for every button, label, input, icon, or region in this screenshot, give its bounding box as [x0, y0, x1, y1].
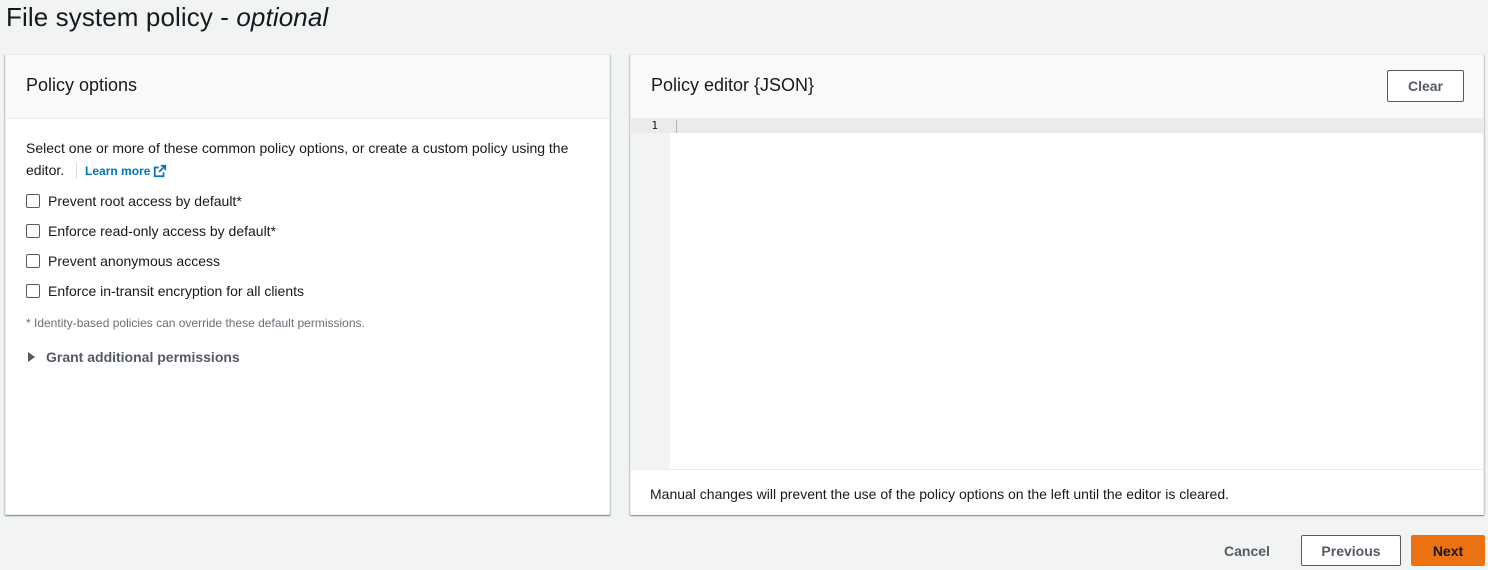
option-label: Enforce read-only access by default* [48, 223, 277, 239]
expander-label: Grant additional permissions [46, 349, 240, 365]
option-label: Enforce in-transit encryption for all cl… [48, 283, 304, 299]
active-line-highlight [631, 119, 1483, 133]
text-cursor [676, 120, 677, 133]
prevent-anonymous-access-checkbox[interactable] [26, 254, 40, 268]
policy-options-header: Policy options [6, 55, 609, 119]
page-title: File system policy - optional [6, 2, 328, 33]
page-title-text: File system policy - [6, 2, 237, 32]
option-prevent-root-access[interactable]: Prevent root access by default* [26, 191, 242, 211]
editor-gutter [631, 119, 670, 469]
json-code-editor[interactable]: 1 [631, 119, 1483, 469]
learn-more-link[interactable]: Learn more [76, 163, 167, 179]
cancel-button[interactable]: Cancel [1215, 535, 1279, 567]
clear-button[interactable]: Clear [1387, 70, 1464, 102]
option-enforce-read-only[interactable]: Enforce read-only access by default* [26, 221, 276, 241]
enforce-read-only-checkbox[interactable] [26, 224, 40, 238]
grant-additional-permissions-expander[interactable]: Grant additional permissions [26, 349, 240, 365]
policy-options-panel: Policy options Select one or more of the… [5, 54, 610, 515]
editor-footer: Manual changes will prevent the use of t… [631, 469, 1483, 515]
option-prevent-anonymous-access[interactable]: Prevent anonymous access [26, 251, 220, 271]
option-label: Prevent anonymous access [48, 253, 220, 269]
policy-editor-heading: Policy editor {JSON} [651, 75, 815, 95]
option-label: Prevent root access by default* [48, 193, 242, 209]
editor-footer-text: Manual changes will prevent the use of t… [650, 486, 1230, 502]
option-enforce-in-transit-encryption[interactable]: Enforce in-transit encryption for all cl… [26, 281, 304, 301]
page-title-optional: optional [236, 2, 329, 32]
learn-more-label: Learn more [85, 164, 151, 178]
enforce-in-transit-encryption-checkbox[interactable] [26, 284, 40, 298]
caret-right-icon [28, 352, 35, 362]
next-button[interactable]: Next [1411, 535, 1485, 566]
policy-options-description: Select one or more of these common polic… [26, 137, 596, 181]
policy-options-heading: Policy options [26, 75, 138, 95]
line-number: 1 [651, 119, 658, 132]
policy-editor-header: Policy editor {JSON} Clear [631, 55, 1483, 119]
external-link-icon [154, 164, 167, 178]
policy-editor-panel: Policy editor {JSON} Clear 1 Manual chan… [630, 54, 1484, 515]
prevent-root-access-checkbox[interactable] [26, 194, 40, 208]
previous-button[interactable]: Previous [1301, 535, 1401, 566]
permissions-footnote: * Identity-based policies can override t… [26, 316, 365, 330]
